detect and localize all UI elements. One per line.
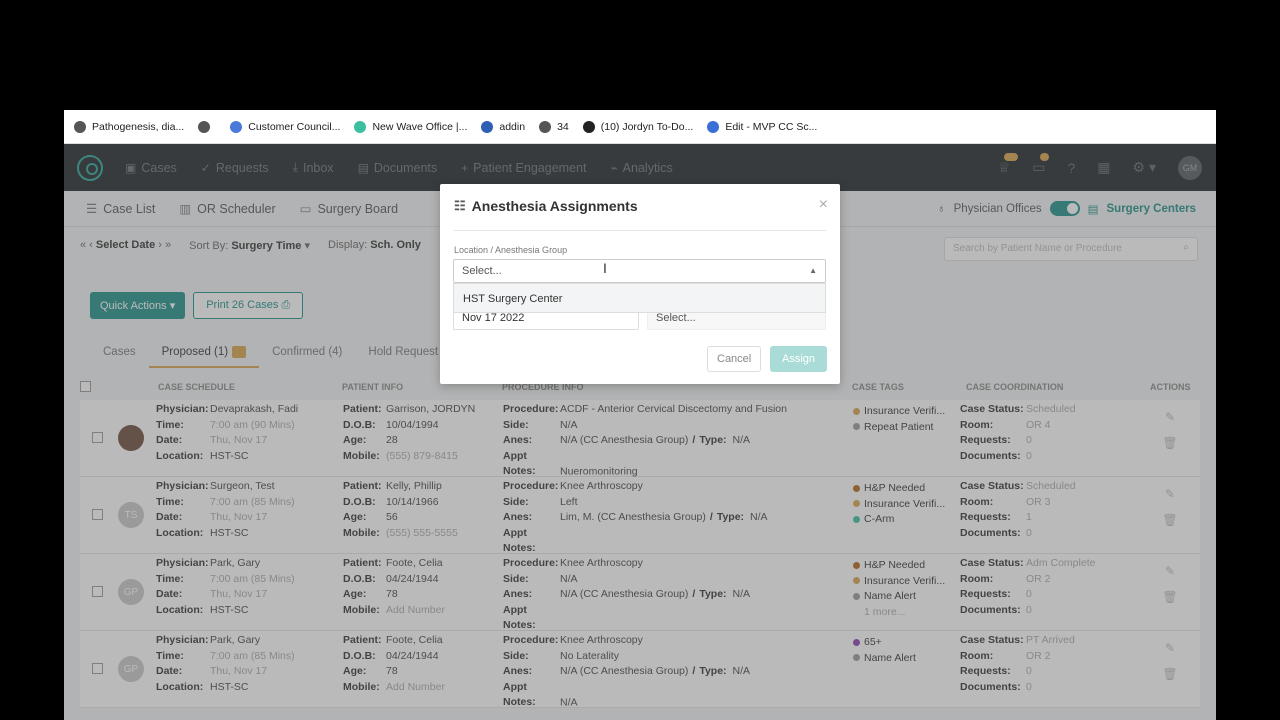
modal-title: ☷ Anesthesia Assignments — [454, 198, 638, 214]
bookmark-favicon-icon — [198, 120, 211, 133]
text-cursor-icon: I — [603, 260, 607, 276]
bookmark-favicon-icon — [230, 120, 243, 133]
bookmark-item[interactable]: New Wave Office |... — [354, 120, 467, 133]
modal-divider — [454, 230, 826, 231]
bookmark-item[interactable]: 34 — [539, 120, 569, 133]
bookmarks-bar: Pathogenesis, dia... Customer Council... N… — [64, 110, 1216, 144]
bookmark-favicon-icon — [354, 120, 367, 133]
bookmark-item[interactable]: addin — [481, 120, 525, 133]
bookmark-favicon-icon — [74, 120, 86, 133]
bookmark-favicon-icon — [481, 120, 494, 133]
close-icon[interactable]: × — [819, 196, 828, 214]
location-field-label: Location / Anesthesia Group — [454, 245, 568, 255]
bookmark-item[interactable]: Customer Council... — [230, 120, 340, 133]
bookmark-favicon-icon — [707, 120, 720, 133]
checklist-icon: ☷ — [454, 198, 466, 213]
bookmark-item[interactable]: Edit - MVP CC Sc... — [707, 120, 817, 133]
bookmark-favicon-icon — [539, 120, 552, 133]
cancel-button[interactable]: Cancel — [707, 346, 762, 372]
anesthesia-assignments-modal: ☷ Anesthesia Assignments × Location / Ane… — [440, 184, 840, 384]
browser-screen: Pathogenesis, dia... Customer Council... N… — [64, 110, 1216, 720]
bookmark-item[interactable] — [198, 120, 216, 133]
location-dropdown-option[interactable]: HST Surgery Center — [453, 283, 826, 313]
chevron-up-icon: ▲ — [809, 266, 817, 275]
bookmark-favicon-icon — [582, 120, 595, 133]
assign-button[interactable]: Assign — [770, 346, 828, 372]
bookmark-item[interactable]: Pathogenesis, dia... — [74, 120, 184, 133]
bookmark-item[interactable]: (10) Jordyn To-Do... — [582, 120, 693, 133]
location-select[interactable]: Select... ▲ — [453, 259, 826, 283]
